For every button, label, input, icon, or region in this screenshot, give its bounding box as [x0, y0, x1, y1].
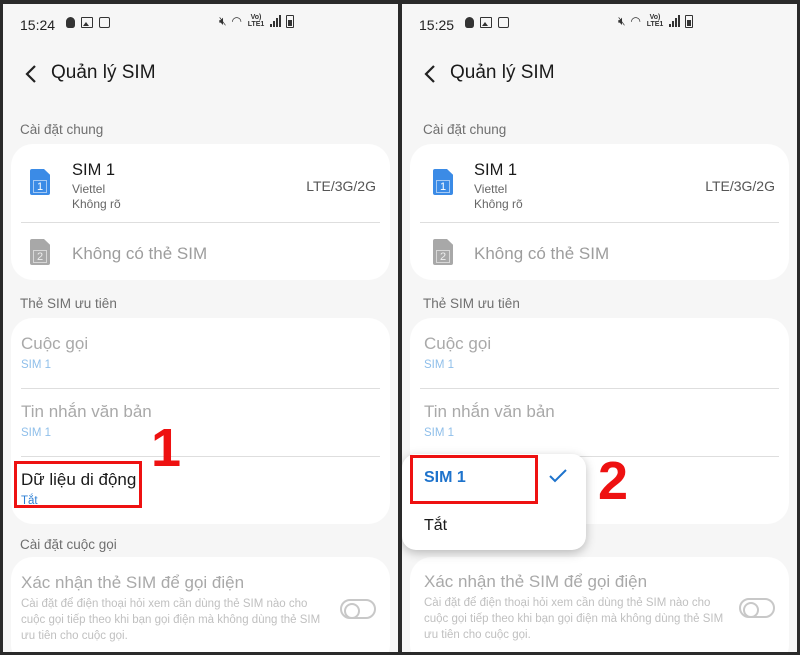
sim-card-1-icon: 1: [433, 169, 453, 195]
confirm-sim-title: Xác nhận thẻ SIM để gọi điện: [424, 572, 648, 591]
pref-calls-value: SIM 1: [21, 359, 52, 371]
checkmark-icon: [549, 469, 567, 483]
status-time: 15:25: [419, 17, 455, 33]
annotation-step-number: 1: [151, 418, 182, 478]
status-bar: 15:24 🔇︎ ◠ Vo) LTE1: [3, 4, 398, 40]
divider: [420, 388, 779, 389]
back-arrow-icon[interactable]: [21, 63, 43, 85]
annotation-step-number: 2: [598, 451, 629, 511]
sim-1-name: SIM 1: [72, 161, 116, 179]
no-sim-label: Không có thẻ SIM: [474, 244, 610, 263]
screen-step-1: 15:24 🔇︎ ◠ Vo) LTE1 Quản lý SIM Cài đặt …: [3, 4, 398, 652]
section-preferred-sim: Thẻ SIM ưu tiên: [423, 296, 520, 311]
signal-icon: [669, 15, 680, 27]
sim-2-row: 2 Không có thẻ SIM: [11, 222, 390, 280]
mute-icon: 🔇︎: [218, 14, 227, 28]
sim-2-row: 2 Không có thẻ SIM: [410, 222, 789, 280]
pref-messages-label: Tin nhắn văn bản: [424, 402, 555, 421]
volte-icon: Vo) LTE1: [646, 14, 664, 28]
page-title: Quản lý SIM: [450, 62, 555, 83]
pref-calls[interactable]: Cuộc gọi SIM 1: [424, 334, 779, 394]
bulb-icon: [66, 17, 75, 28]
sim-1-network-type: LTE/3G/2G: [306, 178, 376, 194]
annotation-highlight-box: [14, 461, 142, 508]
status-time: 15:24: [20, 17, 56, 33]
app-notification-icon: [498, 17, 509, 28]
image-icon: [480, 17, 492, 28]
pref-messages-label: Tin nhắn văn bản: [21, 402, 152, 421]
sim-1-status: Không rõ: [474, 197, 523, 211]
popup-option-off[interactable]: Tắt: [424, 517, 447, 535]
image-icon: [81, 17, 93, 28]
no-sim-label: Không có thẻ SIM: [72, 244, 208, 263]
pref-calls-value: SIM 1: [424, 359, 455, 371]
confirm-sim-toggle[interactable]: [340, 599, 376, 619]
app-bar: Quản lý SIM: [402, 49, 797, 99]
mute-icon: 🔇︎: [617, 14, 626, 28]
section-general: Cài đặt chung: [20, 122, 104, 137]
sim-card-1-icon: 1: [30, 169, 50, 195]
screen-step-2: 15:25 🔇︎ ◠ Vo) LTE1 Quản lý SIM Cài đặt …: [402, 4, 797, 652]
confirm-sim-description: Cài đặt để điện thoại hỏi xem cần dùng t…: [424, 597, 724, 641]
signal-icon: [270, 15, 281, 27]
call-settings-card: Xác nhận thẻ SIM để gọi điện Cài đặt để …: [11, 557, 390, 652]
sim-1-network-type: LTE/3G/2G: [705, 178, 775, 194]
pref-messages-value: SIM 1: [21, 427, 52, 439]
pref-messages[interactable]: Tin nhắn văn bản SIM 1: [21, 402, 380, 462]
app-notification-icon: [99, 17, 110, 28]
battery-icon: [286, 14, 294, 28]
sim-card-2-icon: 2: [30, 239, 50, 265]
pref-messages-value: SIM 1: [424, 427, 455, 439]
section-general: Cài đặt chung: [423, 122, 507, 137]
confirm-sim-title: Xác nhận thẻ SIM để gọi điện: [21, 573, 245, 592]
pref-calls-label: Cuộc gọi: [21, 334, 89, 353]
call-settings-card: Xác nhận thẻ SIM để gọi điện Cài đặt để …: [410, 557, 789, 652]
sim-1-row[interactable]: 1 SIM 1 Viettel Không rõ LTE/3G/2G: [11, 144, 390, 220]
divider: [21, 388, 380, 389]
volte-icon: Vo) LTE1: [247, 14, 265, 28]
divider: [21, 456, 380, 457]
sim-1-status: Không rõ: [72, 197, 121, 211]
pref-calls-label: Cuộc gọi: [424, 334, 492, 353]
battery-icon: [685, 14, 693, 28]
sim-card-2-icon: 2: [433, 239, 453, 265]
wifi-icon: ◠: [231, 14, 242, 28]
status-bar: 15:25 🔇︎ ◠ Vo) LTE1: [402, 4, 797, 40]
sim-1-carrier: Viettel: [72, 182, 106, 196]
confirm-sim-description: Cài đặt để điện thoại hỏi xem cần dùng t…: [21, 598, 321, 642]
bulb-icon: [465, 17, 474, 28]
sim-cards-card: 1 SIM 1 Viettel Không rõ LTE/3G/2G 2 Khô…: [11, 144, 390, 280]
annotation-highlight-box: [410, 455, 538, 504]
pref-calls[interactable]: Cuộc gọi SIM 1: [21, 334, 380, 394]
app-bar: Quản lý SIM: [3, 49, 398, 99]
sim-1-row[interactable]: 1 SIM 1 Viettel Không rõ LTE/3G/2G: [410, 144, 789, 220]
sim-1-name: SIM 1: [474, 161, 518, 179]
confirm-sim-toggle[interactable]: [739, 598, 775, 618]
sim-cards-card: 1 SIM 1 Viettel Không rõ LTE/3G/2G 2 Khô…: [410, 144, 789, 280]
page-title: Quản lý SIM: [51, 62, 156, 83]
sim-1-carrier: Viettel: [474, 182, 508, 196]
wifi-icon: ◠: [630, 14, 641, 28]
section-call-settings: Cài đặt cuộc gọi: [20, 537, 117, 552]
section-preferred-sim: Thẻ SIM ưu tiên: [20, 296, 117, 311]
back-arrow-icon[interactable]: [420, 63, 442, 85]
